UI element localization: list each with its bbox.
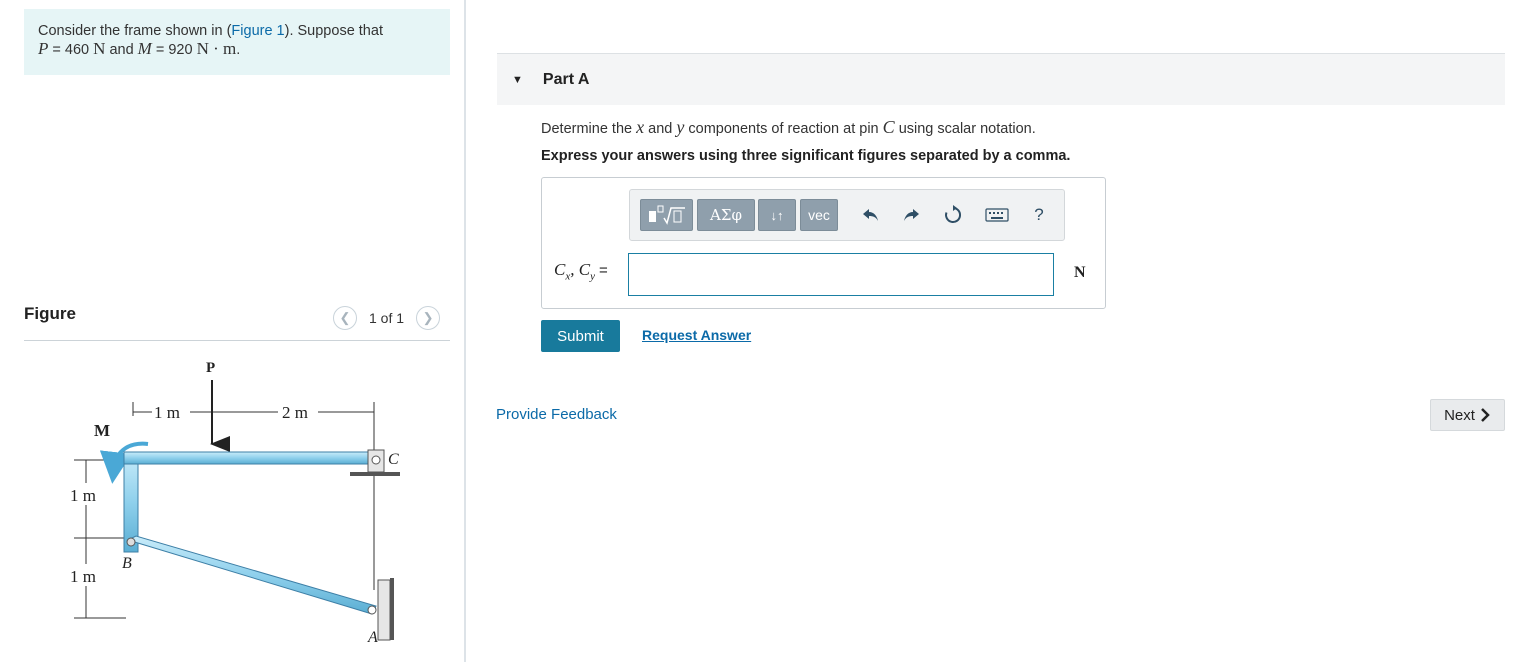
chevron-left-icon: ❮ [339, 310, 351, 325]
label-c: C [388, 451, 399, 468]
question-suffix: using scalar notation. [894, 121, 1036, 137]
m-variable: M [137, 39, 152, 58]
reset-icon [945, 205, 962, 223]
m-unit: N · m [196, 39, 237, 58]
next-figure-button[interactable]: ❯ [416, 306, 441, 330]
undo-button[interactable] [858, 200, 884, 230]
answer-box: ΑΣφ ↓↑ vec ? Cx, Cy = N [541, 177, 1106, 309]
question-mid: components of reaction at pin [684, 121, 883, 137]
label-m: M [94, 421, 110, 440]
dim-2m-top: 2 m [282, 403, 308, 422]
keyboard-button[interactable] [982, 200, 1012, 230]
figure-link[interactable]: Figure 1 [231, 23, 284, 39]
label-b: B [122, 555, 132, 572]
label-cy-sub: y [590, 270, 595, 283]
label-a: A [367, 629, 378, 646]
problem-text: Consider the frame shown in ( [38, 23, 232, 39]
question-x: x [636, 117, 645, 137]
next-button[interactable]: Next [1430, 399, 1505, 431]
frame-figure: 1 m 2 m P 1 m 1 m M B C A [68, 360, 400, 646]
label-sep: , [570, 260, 579, 279]
figure-pagination: ❮ 1 of 1 ❯ [333, 305, 441, 331]
question-and: and [644, 121, 677, 137]
redo-icon [904, 209, 919, 221]
help-button[interactable]: ? [1028, 200, 1050, 230]
m-value: = 920 [151, 42, 197, 58]
p-value: = 460 [48, 42, 94, 58]
submit-button[interactable]: Submit [541, 320, 620, 352]
templates-icon [648, 205, 685, 225]
figure-heading: Figure [24, 304, 76, 323]
vector-button[interactable]: vec [800, 199, 838, 231]
next-label: Next [1444, 406, 1475, 424]
greek-button[interactable]: ΑΣφ [697, 199, 755, 231]
math-toolbar: ΑΣφ ↓↑ vec ? [629, 189, 1065, 241]
label-p: P [206, 360, 215, 376]
part-a-header[interactable]: ▼ Part A [497, 54, 1505, 105]
undo-icon [863, 209, 878, 221]
question-text: Determine the x and y components of reac… [541, 117, 1036, 138]
frame-members [123, 451, 377, 615]
left-panel: Consider the frame shown in (Figure 1). … [0, 0, 465, 662]
request-answer-link[interactable]: Request Answer [642, 327, 751, 343]
keyboard-icon [985, 208, 1009, 222]
answer-input[interactable] [628, 253, 1054, 296]
p-variable: P [38, 39, 49, 58]
dim-1m-upper: 1 m [70, 486, 96, 505]
instructions: Express your answers using three signifi… [541, 148, 1071, 164]
question-prefix: Determine the [541, 121, 637, 137]
label-cx: C [554, 260, 566, 279]
figure-divider [24, 340, 450, 341]
problem-line-1: Consider the frame shown in (Figure 1). … [38, 23, 436, 40]
problem-line-2: P = 460 N and M = 920 N · m. [38, 40, 436, 59]
problem-text-suffix: ). Suppose that [284, 23, 383, 39]
templates-button[interactable] [640, 199, 693, 231]
reset-button[interactable] [940, 200, 966, 230]
label-equals: = [598, 262, 608, 279]
problem-statement: Consider the frame shown in (Figure 1). … [24, 9, 450, 75]
answer-unit: N [1074, 264, 1086, 281]
and-text: and [105, 42, 138, 58]
pin-b [126, 537, 136, 547]
question-c: C [882, 117, 895, 137]
p-unit: N [93, 39, 106, 58]
part-title: Part A [542, 70, 590, 88]
provide-feedback-link[interactable]: Provide Feedback [496, 406, 617, 423]
caret-down-icon[interactable]: ▼ [512, 74, 523, 86]
period: . [236, 42, 241, 58]
label-cy: C [578, 260, 591, 279]
dim-1m-lower: 1 m [70, 567, 96, 586]
subscript-superscript-button[interactable]: ↓↑ [758, 199, 796, 231]
answer-label: Cx, Cy = [554, 260, 608, 282]
chevron-right-icon [1481, 408, 1490, 422]
prev-figure-button[interactable]: ❮ [333, 306, 357, 330]
panel-divider [464, 0, 466, 662]
chevron-right-icon: ❯ [422, 310, 434, 325]
dim-1m-top: 1 m [154, 403, 180, 422]
redo-button[interactable] [898, 200, 924, 230]
figure-counter: 1 of 1 [369, 310, 405, 326]
